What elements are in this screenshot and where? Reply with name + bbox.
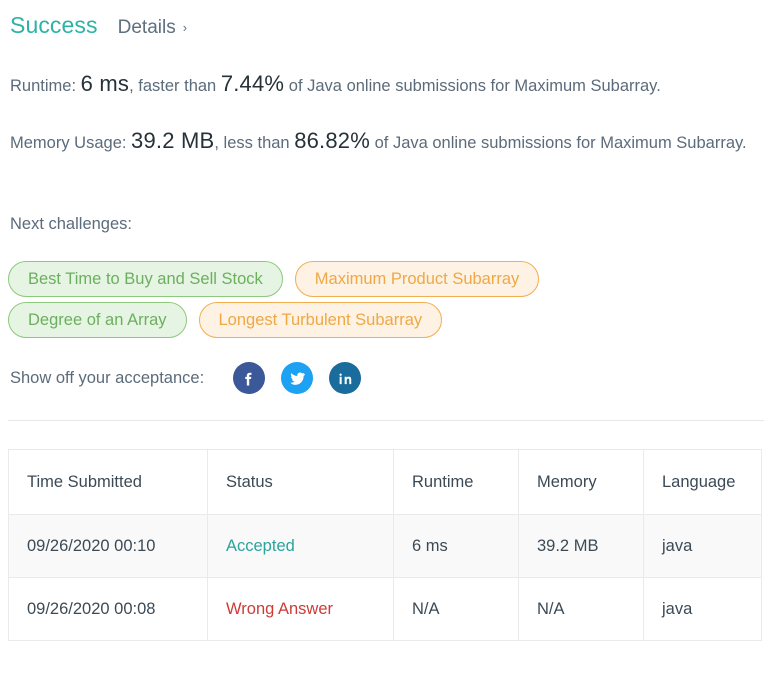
- challenge-tag-longest-turbulent-subarray[interactable]: Longest Turbulent Subarray: [198, 302, 443, 338]
- share-section: Show off your acceptance:: [10, 362, 362, 394]
- twitter-icon[interactable]: [281, 362, 314, 394]
- status-badge-wrong-answer[interactable]: Wrong Answer: [226, 600, 333, 618]
- column-header-runtime: Runtime: [393, 449, 519, 515]
- result-header: Success Details ›: [10, 12, 187, 39]
- table-row[interactable]: 09/26/2020 00:08 Wrong Answer N/A N/A ja…: [8, 577, 762, 641]
- share-label: Show off your acceptance:: [10, 368, 205, 387]
- memory-label: Memory Usage:: [10, 134, 132, 152]
- page-title: Success: [10, 12, 98, 38]
- memory-percentile: 86.82%: [294, 128, 371, 153]
- table-header-row: Time Submitted Status Runtime Memory Lan…: [8, 449, 762, 515]
- column-header-time-submitted: Time Submitted: [8, 449, 208, 515]
- memory-middle-text: , less than: [214, 134, 295, 152]
- runtime-value: 6 ms: [80, 71, 130, 96]
- memory-stat-line: Memory Usage: 39.2 MB, less than 86.82% …: [10, 127, 762, 157]
- cell-status: Accepted: [207, 514, 394, 578]
- submissions-table-wrapper: Time Submitted Status Runtime Memory Lan…: [8, 449, 762, 641]
- social-share-buttons: [233, 362, 362, 394]
- runtime-stat-line: Runtime: 6 ms, faster than 7.44% of Java…: [10, 70, 762, 100]
- chevron-right-icon: ›: [182, 20, 188, 35]
- runtime-label: Runtime:: [10, 77, 81, 95]
- cell-memory: N/A: [518, 577, 644, 641]
- runtime-middle-text: , faster than: [129, 77, 221, 95]
- table-body: 09/26/2020 00:10 Accepted 6 ms 39.2 MB j…: [8, 514, 762, 641]
- submission-result-page: Success Details › Runtime: 6 ms, faster …: [0, 0, 772, 699]
- details-link-label: Details: [117, 17, 176, 38]
- table-header: Time Submitted Status Runtime Memory Lan…: [8, 449, 762, 515]
- memory-suffix-text: of Java online submissions for Maximum S…: [370, 134, 747, 152]
- cell-time-submitted: 09/26/2020 00:10: [8, 514, 208, 578]
- submissions-table: Time Submitted Status Runtime Memory Lan…: [8, 449, 762, 641]
- column-header-language: Language: [643, 449, 762, 515]
- tag-row-2: Degree of an Array Longest Turbulent Sub…: [8, 302, 764, 338]
- table-row[interactable]: 09/26/2020 00:10 Accepted 6 ms 39.2 MB j…: [8, 514, 762, 578]
- runtime-suffix-text: of Java online submissions for Maximum S…: [284, 77, 661, 95]
- runtime-percentile: 7.44%: [220, 71, 285, 96]
- cell-language: java: [643, 514, 762, 578]
- next-challenges-tags: Best Time to Buy and Sell Stock Maximum …: [8, 261, 764, 343]
- section-divider: [8, 420, 764, 421]
- cell-memory: 39.2 MB: [518, 514, 644, 578]
- cell-runtime: 6 ms: [393, 514, 519, 578]
- next-challenges-label: Next challenges:: [10, 215, 132, 233]
- tag-row-1: Best Time to Buy and Sell Stock Maximum …: [8, 261, 764, 297]
- cell-runtime: N/A: [393, 577, 519, 641]
- status-badge-accepted[interactable]: Accepted: [226, 537, 295, 555]
- facebook-icon[interactable]: [233, 362, 266, 394]
- linkedin-icon[interactable]: [329, 362, 362, 394]
- details-link[interactable]: Details ›: [118, 17, 187, 39]
- performance-stats: Runtime: 6 ms, faster than 7.44% of Java…: [10, 70, 762, 184]
- cell-time-submitted: 09/26/2020 00:08: [8, 577, 208, 641]
- column-header-status: Status: [207, 449, 394, 515]
- column-header-memory: Memory: [518, 449, 644, 515]
- challenge-tag-degree-of-an-array[interactable]: Degree of an Array: [8, 302, 187, 338]
- cell-status: Wrong Answer: [207, 577, 394, 641]
- cell-language: java: [643, 577, 762, 641]
- challenge-tag-maximum-product-subarray[interactable]: Maximum Product Subarray: [294, 261, 540, 297]
- memory-value: 39.2 MB: [131, 128, 215, 153]
- challenge-tag-best-time-to-buy-and-sell-stock[interactable]: Best Time to Buy and Sell Stock: [8, 261, 283, 297]
